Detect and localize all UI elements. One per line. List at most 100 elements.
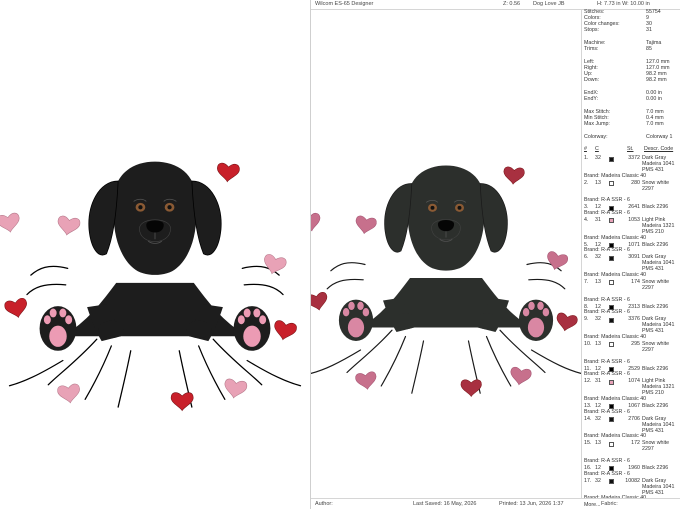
design-info-panel: Stitches: 55754 Colors: 9 Color changes: 30…: [581, 9, 680, 508]
thread-code: 13: [595, 278, 601, 285]
motion-line: [485, 335, 512, 387]
col-color: C: [595, 146, 599, 152]
paw-toe: [542, 308, 550, 317]
thread-stitches: 295: [631, 340, 640, 347]
paw-toe: [342, 308, 350, 317]
thread-desc: Dark Gray Madeira 1041 PMS 431: [642, 415, 675, 434]
dog-ear-left: [88, 180, 119, 256]
thread-desc: Light Pink Madeira 1321 PMS 210: [642, 378, 675, 397]
motion-line: [8, 359, 64, 387]
heart-icon: [224, 378, 248, 399]
motion-line: [380, 335, 407, 387]
thread-brand: Brand: R-A SSR - 6: [584, 296, 630, 303]
thread-num: 2.: [584, 179, 589, 186]
author-label: Author:: [315, 501, 333, 507]
dog-pupil-right: [457, 205, 462, 210]
heart-icon: [4, 297, 27, 319]
heart-icon: [510, 366, 532, 386]
dog-head: [113, 161, 197, 275]
front-paw-left: [98, 320, 124, 339]
max-jump-row: Max Jump: 7.0 mm: [584, 121, 664, 127]
thread-num: 14.: [584, 415, 592, 422]
thread-brand: Brand: R-A SSR - 6: [584, 408, 630, 415]
thread-stitches: 172: [631, 440, 640, 447]
paw-toe: [49, 308, 57, 318]
paw-toe: [259, 315, 267, 325]
thread-num: 1.: [584, 155, 589, 161]
dog-artwork: [0, 161, 302, 412]
thread-desc: Snow white 2297: [642, 340, 670, 353]
heart-icon: [503, 166, 525, 185]
thread-code: 31: [595, 216, 601, 223]
motion-line: [411, 340, 425, 394]
worksheet-header: Wilcom ES-65 Designer Z: 0.56 Dog Love J…: [311, 0, 680, 10]
paw-toe: [243, 308, 251, 318]
app-title: Wilcom ES-65 Designer: [315, 1, 374, 7]
heart-icon: [299, 212, 321, 232]
thread-num: 10.: [584, 340, 592, 347]
down-row: Down: 98.2 mm: [584, 77, 667, 83]
thread-brand: Brand: R-A SSR - 6: [584, 309, 630, 316]
motion-line: [530, 349, 582, 374]
last-saved: Last Saved: 16 May, 2026: [413, 501, 477, 507]
paw-pad: [347, 317, 365, 338]
thread-row: 4. 31 1053 Light Pink Madeira 1321 PMS 210 B…: [584, 216, 680, 243]
motion-line: [326, 278, 364, 290]
thread-desc: Snow white 2297: [642, 440, 670, 453]
paw-toe: [528, 301, 535, 311]
paw-toe: [357, 301, 364, 311]
thread-code: 32: [595, 415, 601, 422]
paw-pad: [527, 317, 545, 338]
heart-icon: [57, 383, 80, 404]
paw-toe: [59, 308, 67, 318]
stitch-preview: [299, 10, 582, 498]
thread-row: 2. 13 280 Snow white 2297 Brand: R-A SSR - 6: [584, 179, 680, 206]
thread-stitches: 3376: [628, 316, 640, 323]
thread-num: 17.: [584, 477, 592, 484]
motion-line: [246, 359, 302, 387]
heart-icon: [0, 212, 20, 233]
stitched-dog-artwork: [299, 165, 582, 398]
paw-toe: [362, 308, 370, 317]
thread-stitches: 280: [631, 179, 640, 186]
colorway-row: Colorway: Colorway 1: [584, 134, 673, 140]
heart-icon: [264, 254, 287, 275]
thread-row: 13. 12 1067 Black 2296 Brand: R-A SSR - 6: [584, 403, 680, 417]
paw-toe: [237, 315, 245, 325]
thread-code: 13: [595, 440, 601, 447]
thread-list: 1. 32 3372 Dark Gray Madeira 1041 PMS 431 Br…: [584, 155, 680, 509]
dog-pupil-left: [138, 205, 143, 210]
thread-desc: Black 2296: [642, 241, 669, 248]
heart-icon: [217, 162, 240, 183]
thread-desc: Black 2296: [642, 303, 669, 310]
thread-row: 16. 12 1960 Black 2296 Brand: R-A SSR - 6: [584, 465, 680, 479]
endy-row: EndY: 0.00 in: [584, 96, 662, 102]
dog-ear-right: [479, 183, 508, 253]
thread-desc: Black 2296: [642, 204, 669, 211]
thread-brand: Brand: Madeira Classic 40: [584, 234, 647, 241]
paw-toe: [522, 308, 530, 317]
thread-code: 32: [595, 155, 601, 161]
paw-toe: [253, 308, 261, 318]
thread-desc: Dark Gray Madeira 1041 PMS 431: [642, 155, 675, 173]
motion-line: [30, 265, 69, 276]
thread-stitches: 1074: [628, 378, 640, 385]
thread-num: 6.: [584, 254, 589, 261]
design-name: Dog Love JB: [533, 1, 565, 7]
thread-desc: Snow white 2297: [642, 179, 670, 192]
trims-row: Trims: 85: [584, 46, 652, 52]
thread-desc: Black 2296: [642, 365, 669, 372]
thread-code: 32: [595, 316, 601, 323]
thread-code: 32: [595, 254, 601, 261]
front-paw-left: [393, 313, 418, 330]
thread-code: 31: [595, 378, 601, 385]
thread-brand: Brand: R-A SSR - 6: [584, 247, 630, 254]
col-desc: Descr. Code: [644, 146, 674, 152]
paw-pad: [49, 325, 67, 347]
thread-num: 15.: [584, 440, 592, 447]
zoom-level: Z: 0.56: [503, 1, 521, 7]
dog-pupil-left: [430, 205, 435, 210]
heart-icon: [274, 320, 297, 341]
thread-table-header: # C St. Descr. Code: [584, 146, 680, 154]
dog-ear-right: [191, 180, 222, 256]
